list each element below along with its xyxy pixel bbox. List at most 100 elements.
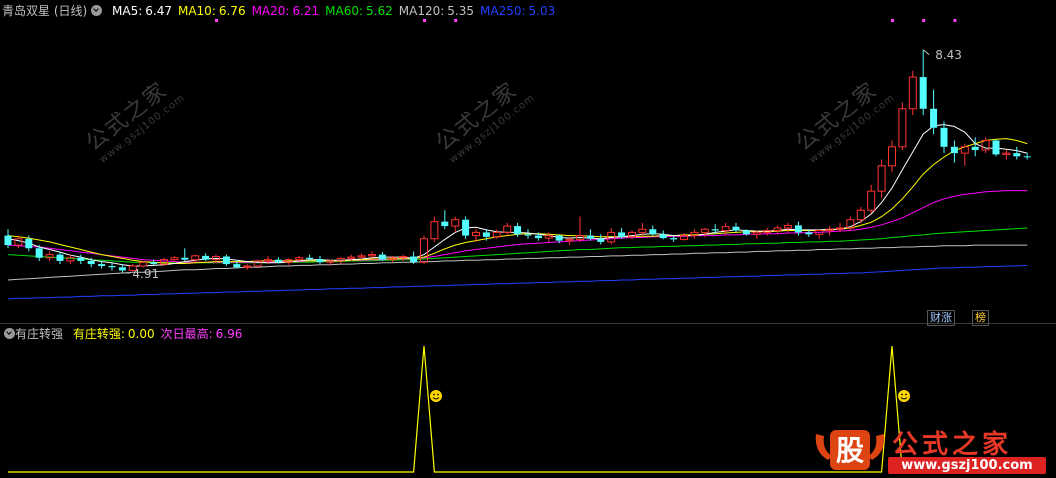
candle-body <box>992 140 1000 155</box>
candle-body <box>794 225 802 233</box>
chart-window: 8.43 4.91 公式之家 www.gszj100.com 公式之家 www.gsz… <box>0 0 1056 478</box>
indicator-legend-value: 0.00 <box>127 327 155 341</box>
candle <box>45 251 54 261</box>
stock-title: 青岛双星 (日线) <box>2 4 88 18</box>
ma250-line <box>7 264 1028 300</box>
candle-body <box>98 264 106 267</box>
ma-legend-label: MA5: <box>112 4 143 18</box>
candle-body <box>274 259 282 263</box>
candle-body <box>306 257 314 260</box>
candle-body <box>690 231 699 237</box>
candle-body <box>118 267 126 271</box>
candle <box>930 89 938 135</box>
signal-dot <box>891 19 894 22</box>
candle <box>77 254 85 265</box>
candle-body <box>378 254 386 260</box>
candle <box>908 70 917 116</box>
candle-body <box>243 265 252 268</box>
candle <box>846 216 855 231</box>
candle <box>898 102 907 150</box>
ma-legend-label: MA10: <box>177 4 216 18</box>
candle <box>316 255 324 265</box>
candle-body <box>66 257 75 262</box>
candle <box>867 184 876 214</box>
candle-body <box>586 235 594 239</box>
candle <box>597 234 605 245</box>
ma-legend-label: MA250: <box>480 4 526 18</box>
ma-legend-value: 5.03 <box>528 4 556 18</box>
candle <box>1002 149 1011 160</box>
candle-body <box>357 255 366 258</box>
candle-body <box>711 229 719 231</box>
candle-body <box>410 256 418 263</box>
candle-body <box>888 146 896 167</box>
candle <box>420 235 428 265</box>
candle-body <box>524 234 532 236</box>
candle <box>430 216 439 242</box>
candle-body <box>316 259 324 263</box>
candle-body <box>773 227 782 232</box>
candle <box>462 216 470 239</box>
candle <box>960 143 969 166</box>
candle <box>981 137 990 154</box>
indicator-legend-value: 6.96 <box>215 327 243 341</box>
candle <box>877 159 886 198</box>
smiley-eye <box>437 393 439 396</box>
candle-body <box>45 254 54 259</box>
candle-body <box>544 235 553 239</box>
candle <box>940 121 948 154</box>
indicator-legend-label: 次日最高: <box>160 327 213 341</box>
indicator-legend-label: 有庄转强: <box>72 327 125 341</box>
candle-body <box>25 238 33 249</box>
candle <box>181 248 189 261</box>
sub-header: 有庄转强 有庄转强: 0.00 次日最高: 6.96 <box>0 325 242 343</box>
candle-body <box>108 266 116 268</box>
candle <box>659 230 667 240</box>
candle-body <box>930 108 938 128</box>
candle-body <box>908 76 917 110</box>
candle-body <box>87 260 95 265</box>
candle-body <box>181 257 189 260</box>
collapse-icon[interactable] <box>4 328 15 339</box>
candle-body <box>503 225 512 233</box>
smiley-face <box>430 390 442 402</box>
ma-legend-value: 6.21 <box>292 4 320 18</box>
candle-body <box>451 219 460 227</box>
candle-body <box>191 255 200 261</box>
candle <box>690 229 699 239</box>
candle-body <box>150 262 158 265</box>
candle-body <box>441 221 449 227</box>
candle-body <box>805 232 813 235</box>
tag-bang[interactable]: 榜 <box>972 310 989 326</box>
candle <box>222 254 230 267</box>
collapse-icon[interactable] <box>91 5 103 16</box>
logo-url[interactable]: www.gszj100.com <box>888 457 1046 474</box>
candle-body <box>534 235 542 239</box>
candle-body <box>867 190 876 211</box>
smiley-icon <box>430 390 442 402</box>
candle-body <box>56 254 64 261</box>
candle <box>586 229 594 241</box>
candle-body <box>472 231 480 237</box>
candle-body <box>742 230 750 235</box>
ma-legend-value: 6.76 <box>218 4 246 18</box>
candle <box>825 226 834 236</box>
candle <box>649 225 657 236</box>
high-label: 8.43 <box>935 48 962 62</box>
logo-mark: 股 <box>836 434 864 467</box>
candle-body <box>732 226 740 231</box>
pane-divider[interactable] <box>0 323 1056 324</box>
candle-body <box>430 221 439 240</box>
candle-body <box>1013 153 1021 157</box>
candle <box>451 216 460 233</box>
candle-body <box>35 248 43 258</box>
candle-body <box>638 228 647 233</box>
candle <box>950 140 958 163</box>
price-chart[interactable]: 8.43 4.91 <box>0 0 1056 323</box>
candle-body <box>233 264 241 268</box>
ma-legend-label: MA60: <box>325 4 364 18</box>
signal-dot <box>922 19 926 22</box>
candle <box>971 137 979 157</box>
candle <box>378 252 386 261</box>
tag-caizhang[interactable]: 财涨 <box>927 310 955 326</box>
